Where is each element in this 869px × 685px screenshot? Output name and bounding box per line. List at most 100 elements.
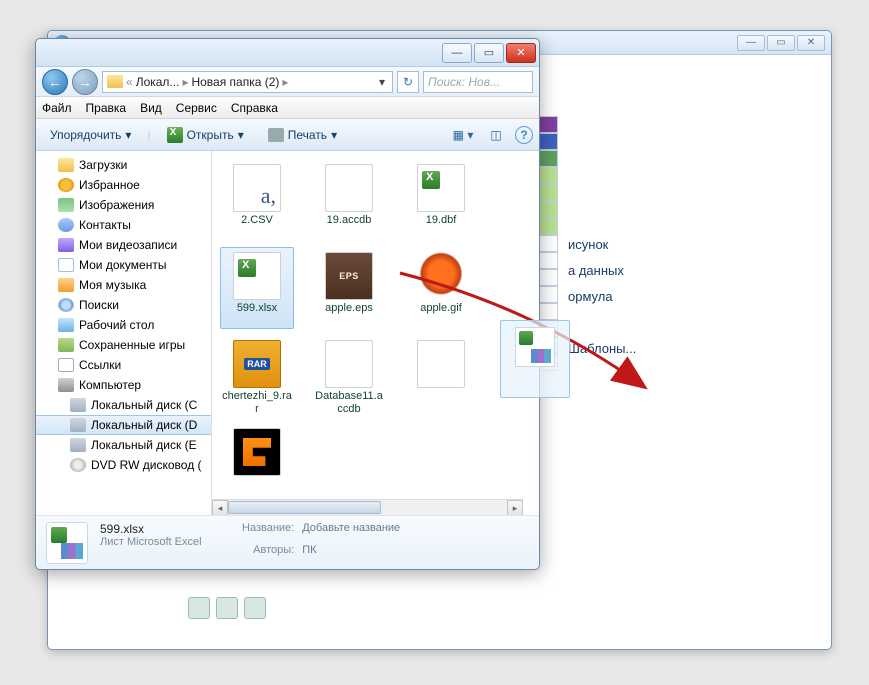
scroll-left-button[interactable]: ◂ bbox=[212, 500, 228, 515]
file-item[interactable]: apple.gif bbox=[404, 247, 478, 329]
status-title-value[interactable]: Добавьте название bbox=[302, 522, 400, 534]
file-label: 2.CSV bbox=[241, 214, 273, 227]
status-filename: 599.xlsx bbox=[100, 522, 230, 536]
tree-item[interactable]: Моя музыка bbox=[36, 275, 211, 295]
file-thumb-gif bbox=[417, 252, 465, 300]
file-label: Database11.accdb bbox=[313, 390, 385, 415]
minimize-button[interactable]: — bbox=[442, 43, 472, 63]
launcher-item[interactable]: ормула bbox=[538, 283, 636, 309]
view-mode-button[interactable]: ▦ ▾ bbox=[449, 124, 477, 146]
file-thumb-rar bbox=[233, 340, 281, 388]
tree-item-label: Мои видеозаписи bbox=[79, 238, 177, 252]
tree-item-label: Контакты bbox=[79, 218, 131, 232]
search-icon bbox=[58, 298, 74, 312]
bg-maximize-button[interactable]: ▭ bbox=[767, 35, 795, 51]
file-grid[interactable]: 2.CSV 19.accdb 19.dbf 599.xlsx apple.eps appl… bbox=[212, 151, 539, 515]
breadcrumb[interactable]: « Локал... ▸ Новая папка (2) ▸ ▾ bbox=[102, 71, 393, 93]
tree-item[interactable]: Поиски bbox=[36, 295, 211, 315]
tree-item[interactable]: Локальный диск (D bbox=[36, 415, 211, 435]
refresh-button[interactable]: ↻ bbox=[397, 71, 419, 93]
tree-item[interactable]: Локальный диск (E bbox=[36, 435, 211, 455]
pic-icon bbox=[58, 198, 74, 212]
tree-item[interactable]: Ссылки bbox=[36, 355, 211, 375]
explorer-titlebar[interactable]: — ▭ ✕ bbox=[36, 39, 539, 67]
open-button[interactable]: Открыть ▾ bbox=[159, 123, 252, 147]
menu-edit[interactable]: Правка bbox=[86, 101, 127, 115]
tree-item[interactable]: Сохраненные игры bbox=[36, 335, 211, 355]
file-item[interactable]: 19.accdb bbox=[312, 159, 386, 241]
file-item[interactable] bbox=[220, 423, 294, 505]
file-item[interactable] bbox=[404, 335, 478, 417]
help-button[interactable]: ? bbox=[515, 126, 533, 144]
mus-icon bbox=[58, 278, 74, 292]
launcher-item[interactable]: Шаблоны... bbox=[538, 335, 636, 361]
bg-close-button[interactable]: ✕ bbox=[797, 35, 825, 51]
print-label: Печать bbox=[288, 128, 327, 142]
forward-button[interactable]: → bbox=[72, 69, 98, 95]
breadcrumb-seg-2[interactable]: Новая папка (2) bbox=[191, 75, 279, 89]
maximize-button[interactable]: ▭ bbox=[474, 43, 504, 63]
status-bar: 599.xlsx Лист Microsoft Excel Название: … bbox=[36, 515, 539, 569]
file-item[interactable]: chertezhi_9.rar bbox=[220, 335, 294, 417]
file-thumb-accdb bbox=[325, 340, 373, 388]
file-thumb-csv bbox=[233, 164, 281, 212]
dvd-icon bbox=[70, 458, 86, 472]
desk-icon bbox=[58, 318, 74, 332]
file-item[interactable]: 599.xlsx bbox=[220, 247, 294, 329]
tree-item[interactable]: Рабочий стол bbox=[36, 315, 211, 335]
print-button[interactable]: Печать ▾ bbox=[260, 123, 345, 147]
launcher-item[interactable]: исунок bbox=[538, 231, 636, 257]
bg-minimize-button[interactable]: — bbox=[737, 35, 765, 51]
tree-item-label: Загрузки bbox=[79, 158, 127, 172]
chevron-down-icon: ▾ bbox=[331, 128, 337, 142]
tree-item[interactable]: Компьютер bbox=[36, 375, 211, 395]
globe-icon[interactable] bbox=[244, 597, 266, 619]
menu-help[interactable]: Справка bbox=[231, 101, 278, 115]
tree-item[interactable]: Избранное bbox=[36, 175, 211, 195]
menu-tools[interactable]: Сервис bbox=[176, 101, 217, 115]
user-icon bbox=[58, 218, 74, 232]
organize-label: Упорядочить bbox=[50, 128, 121, 142]
back-button[interactable]: ← bbox=[42, 69, 68, 95]
breadcrumb-dropdown[interactable]: ▾ bbox=[376, 75, 388, 89]
excel-icon bbox=[167, 127, 183, 143]
organize-button[interactable]: Упорядочить ▾ bbox=[42, 123, 139, 147]
menu-view[interactable]: Вид bbox=[140, 101, 162, 115]
tree-item[interactable]: Локальный диск (C bbox=[36, 395, 211, 415]
file-item[interactable]: Database11.accdb bbox=[312, 335, 386, 417]
status-metadata: Название: Добавьте название Авторы: ПК bbox=[242, 522, 400, 563]
file-label: 19.dbf bbox=[426, 214, 457, 227]
explorer-toolbar: Упорядочить ▾ | Открыть ▾ Печать ▾ ▦ ▾ ◫… bbox=[36, 119, 539, 151]
tree-item[interactable]: DVD RW дисковод ( bbox=[36, 455, 211, 475]
tree-item-label: Компьютер bbox=[79, 378, 141, 392]
status-authors-value[interactable]: ПК bbox=[302, 544, 400, 556]
file-item[interactable]: 19.dbf bbox=[404, 159, 478, 241]
tree-item[interactable]: Изображения bbox=[36, 195, 211, 215]
tree-item[interactable]: Контакты bbox=[36, 215, 211, 235]
close-button[interactable]: ✕ bbox=[506, 43, 536, 63]
scroll-track[interactable] bbox=[228, 500, 507, 515]
launcher-item[interactable]: а данных bbox=[538, 257, 636, 283]
drv-icon bbox=[70, 418, 86, 432]
search-input[interactable]: Поиск: Нов... bbox=[423, 71, 533, 93]
scroll-thumb[interactable] bbox=[228, 501, 381, 514]
breadcrumb-seg-1[interactable]: Локал... bbox=[136, 75, 180, 89]
preview-pane-button[interactable]: ◫ bbox=[485, 124, 507, 146]
file-label: apple.eps bbox=[325, 302, 373, 315]
menu-file[interactable]: Файл bbox=[42, 101, 72, 115]
puzzle-icon[interactable] bbox=[216, 597, 238, 619]
file-label: apple.gif bbox=[420, 302, 462, 315]
chevron-icon: « bbox=[126, 75, 133, 89]
file-item[interactable]: apple.eps bbox=[312, 247, 386, 329]
scroll-right-button[interactable]: ▸ bbox=[507, 500, 523, 515]
doc-icon bbox=[58, 258, 74, 272]
nav-tree[interactable]: Загрузки ИзбранноеИзображения Контакты Мои … bbox=[36, 151, 212, 515]
file-item[interactable]: 2.CSV bbox=[220, 159, 294, 241]
launcher-item[interactable] bbox=[538, 309, 636, 335]
tree-item[interactable]: Мои документы bbox=[36, 255, 211, 275]
horizontal-scrollbar[interactable]: ◂ ▸ bbox=[212, 499, 523, 515]
tree-item-label: Поиски bbox=[79, 298, 119, 312]
tree-item[interactable]: Загрузки bbox=[36, 155, 211, 175]
extension-icon[interactable] bbox=[188, 597, 210, 619]
tree-item[interactable]: Мои видеозаписи bbox=[36, 235, 211, 255]
